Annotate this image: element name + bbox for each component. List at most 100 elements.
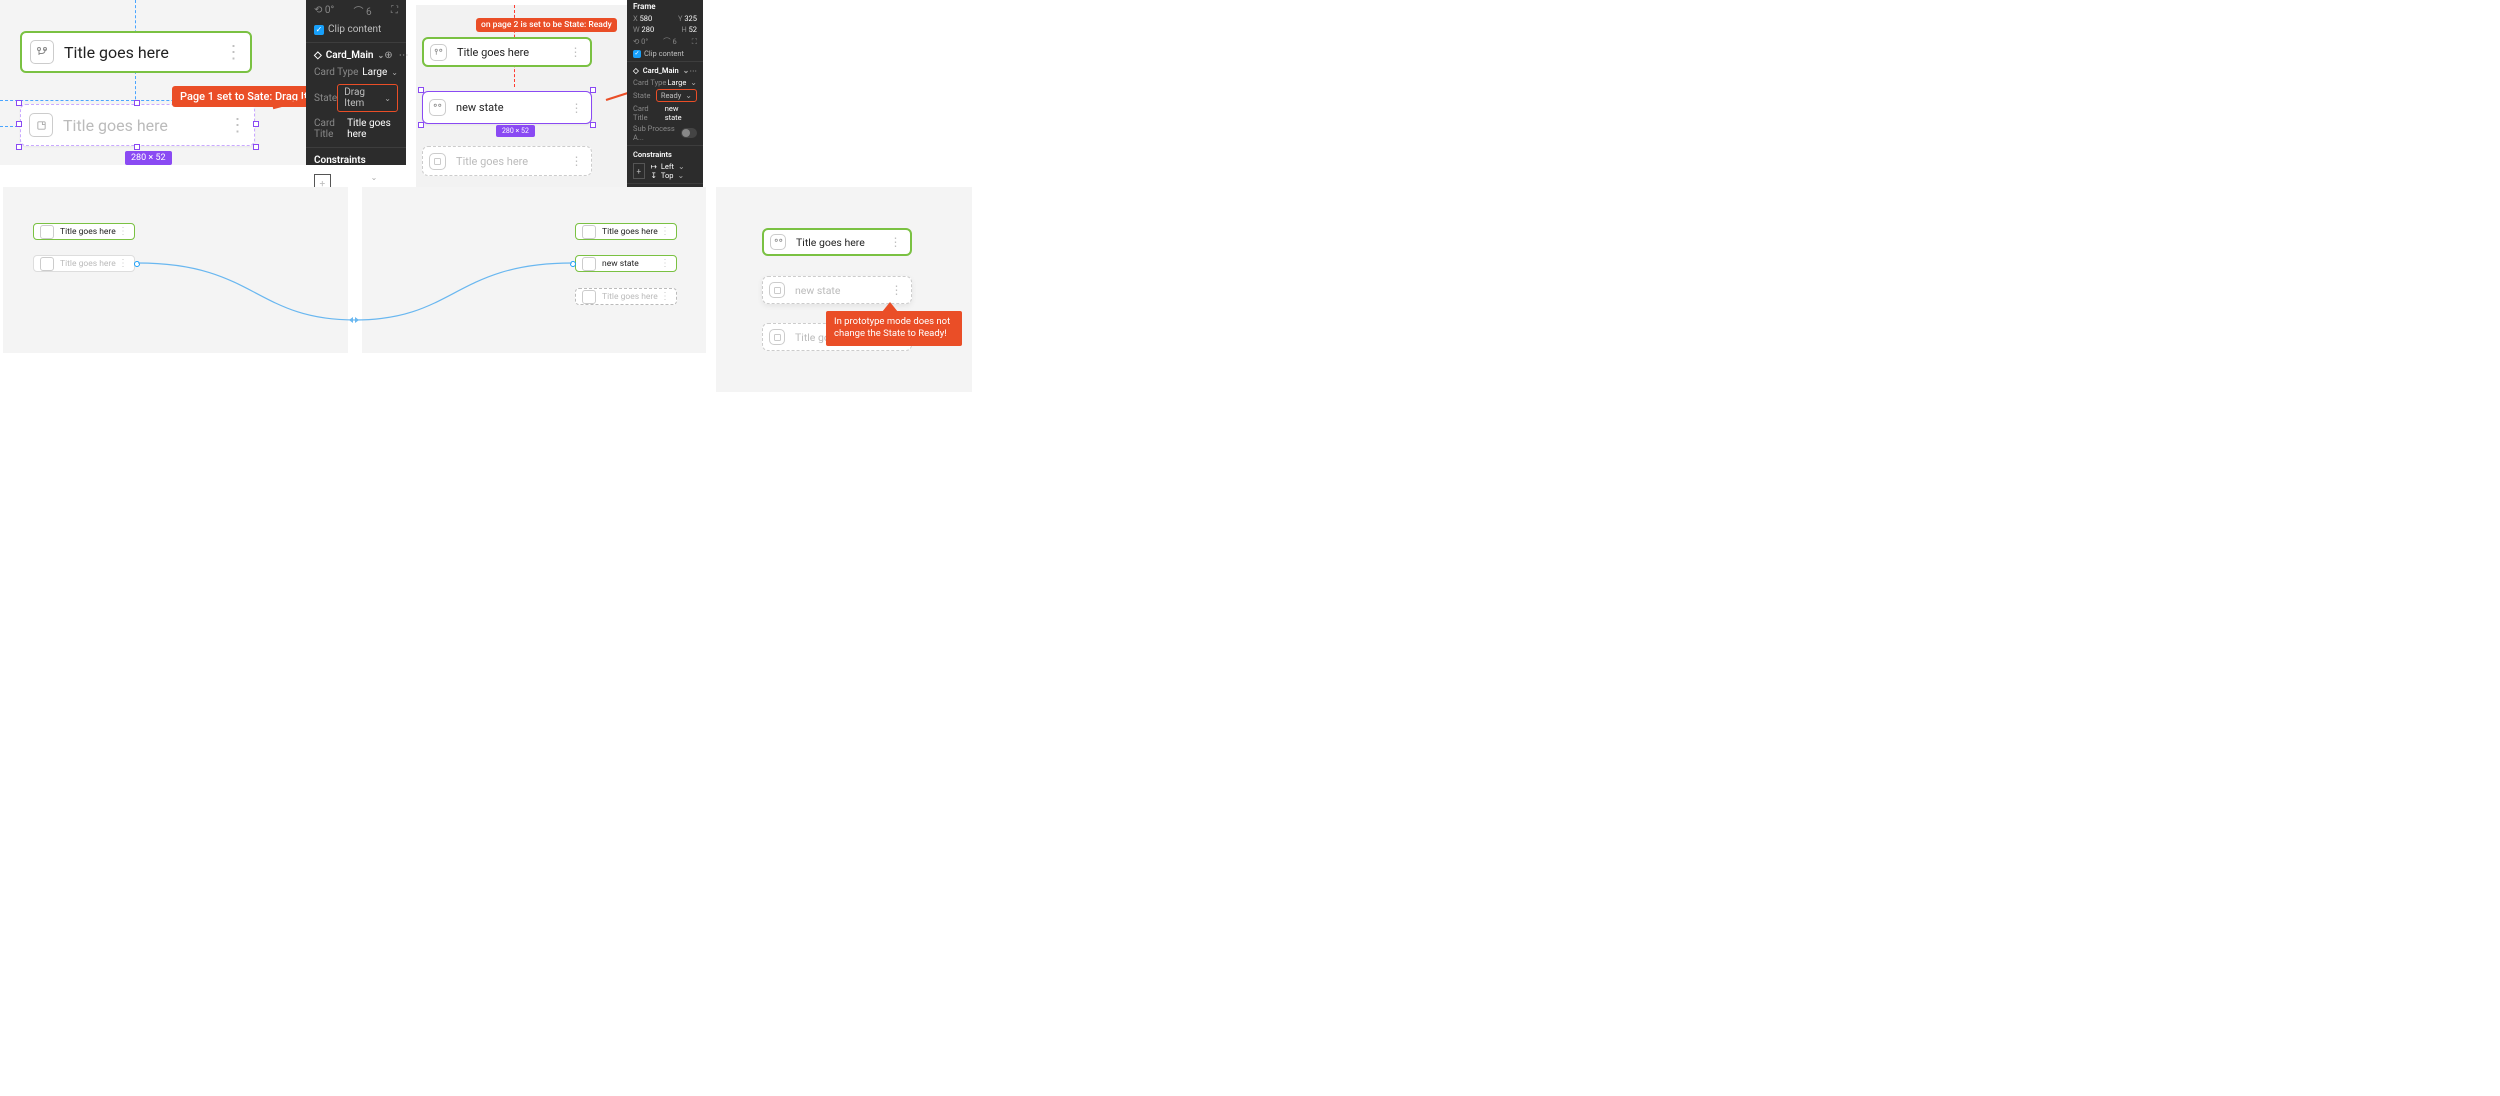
card-newstate-small[interactable]: new state ⋮ [575, 255, 677, 272]
constraint-widget[interactable]: + [633, 163, 645, 179]
prop-label: State [314, 93, 337, 104]
frame-header[interactable]: Frame [627, 0, 703, 13]
more-icon[interactable]: ⋮ [118, 226, 128, 237]
branch-icon [770, 234, 786, 250]
branch-icon [40, 225, 54, 239]
constraints-header: Constraints [306, 152, 406, 169]
title-value[interactable]: new state [665, 104, 697, 122]
more-icon[interactable]: ⋮ [660, 258, 670, 269]
more-icon[interactable]: ⋮ [224, 42, 242, 63]
note-icon [769, 329, 785, 345]
more-icon[interactable]: ⋮ [660, 226, 670, 237]
expand-icon[interactable]: ⛶ [391, 5, 398, 16]
more-icon[interactable]: ⋮ [118, 258, 128, 269]
card-type-dropdown[interactable]: Large⌄ [362, 67, 398, 78]
radius-value[interactable]: 6 [366, 7, 372, 18]
card-title: Title goes here [456, 155, 567, 168]
card-newstate-selected[interactable]: new state ⋮ [422, 91, 592, 124]
more-icon[interactable]: ⋮ [886, 235, 904, 249]
state-dropdown-highlighted[interactable]: Drag Item⌄ [337, 84, 398, 112]
selection-handle[interactable] [16, 144, 22, 150]
more-icon[interactable]: ⋮ [567, 154, 585, 168]
annotation-label: on page 2 is set to be State: Ready [476, 18, 617, 32]
figma-properties-panel-2: Frame X 580Y 325 W 280H 52 ⟲ 0°⌒ 6⛶ ✓Cli… [627, 0, 703, 188]
selection-handle[interactable] [590, 122, 596, 128]
more-icon[interactable]: ⋮ [887, 283, 905, 297]
selection-handle[interactable] [134, 144, 140, 150]
selection-handle[interactable] [16, 121, 22, 127]
h-value[interactable]: 52 [689, 25, 697, 34]
clip-checkbox[interactable]: ✓ [314, 25, 324, 35]
branch-icon [429, 99, 446, 116]
x-value[interactable]: 580 [640, 14, 653, 23]
note-icon [582, 290, 596, 304]
dimension-badge: 280 × 52 [496, 125, 535, 137]
card-title: new state [456, 101, 567, 114]
subprocess-toggle[interactable] [681, 128, 697, 138]
card-title: Title goes here [64, 43, 224, 62]
w-value[interactable]: 280 [642, 25, 655, 34]
constraint-h[interactable]: ↦ Left⌄ [337, 172, 378, 183]
y-value[interactable]: 325 [684, 14, 697, 23]
card-title: Title goes here [796, 236, 886, 249]
card-green-2[interactable]: Title goes here ⋮ [422, 37, 592, 67]
card-green-1[interactable]: Title goes here ⋮ [20, 31, 252, 73]
constraint-v[interactable]: ↧ Top⌄ [651, 171, 685, 180]
card-title: Title goes here [602, 292, 660, 302]
prototype-connection [135, 260, 575, 340]
branch-icon [30, 40, 54, 64]
card-white-small[interactable]: Title goes here ⋮ [33, 255, 135, 272]
card-type-dropdown[interactable]: Large⌄ [668, 78, 697, 87]
clip-label: Clip content [644, 49, 684, 58]
bottom-frame-right: Title goes here ⋮ new state ⋮ Title goes… [716, 187, 972, 392]
selection-handle[interactable] [16, 100, 22, 106]
more-icon[interactable]: ⋯ [399, 50, 409, 61]
card-newstate-dash[interactable]: new state ⋮ [762, 276, 912, 304]
constraints-header: Constraints [627, 148, 703, 161]
note-icon [429, 153, 446, 170]
prop-label: Card Title [314, 118, 347, 140]
more-icon[interactable]: ⋮ [228, 115, 246, 136]
component-header[interactable]: ◇ Card_Main ⌄ [314, 50, 384, 61]
prop-label: Card Type [633, 78, 666, 87]
prop-label: Card Title [633, 104, 665, 122]
card-title: Title goes here [457, 46, 566, 59]
rotation-value[interactable]: 0° [325, 5, 334, 16]
card-title: Title goes here [60, 227, 118, 237]
selection-handle[interactable] [418, 87, 424, 93]
card-title: Title goes here [63, 116, 228, 135]
dimension-badge: 280 × 52 [125, 151, 172, 165]
more-icon[interactable]: ⋮ [660, 291, 670, 302]
card-title: Title goes here [602, 227, 660, 237]
card-drag-selected[interactable]: Title goes here ⋮ [20, 104, 255, 146]
more-icon[interactable]: ⋮ [567, 101, 585, 115]
radius-value[interactable]: 6 [673, 37, 677, 46]
selection-handle[interactable] [253, 144, 259, 150]
card-dash-small[interactable]: Title goes here ⋮ [575, 288, 677, 305]
expand-icon[interactable]: ⛶ [692, 37, 697, 47]
selection-handle[interactable] [134, 100, 140, 106]
rotation-value[interactable]: 0° [641, 37, 648, 46]
card-green-3[interactable]: Title goes here ⋮ [762, 228, 912, 256]
title-value[interactable]: Title goes here [347, 118, 398, 140]
component-header[interactable]: ◇ Card_Main ⌄ [633, 66, 689, 75]
selection-handle[interactable] [418, 122, 424, 128]
constraint-h[interactable]: ↦ Left⌄ [651, 162, 685, 171]
clip-label: Clip content [328, 24, 381, 35]
more-icon[interactable]: ⋯ [690, 66, 698, 75]
selection-handle[interactable] [253, 121, 259, 127]
card-title: Title goes here [60, 259, 118, 269]
prop-label: Card Type [314, 67, 358, 78]
go-to-main[interactable]: ⊕ [384, 50, 392, 61]
clip-checkbox[interactable]: ✓ [633, 50, 641, 58]
prop-label: Sub Process A... [633, 124, 681, 142]
branch-icon [430, 44, 447, 61]
card-green-small[interactable]: Title goes here ⋮ [33, 223, 135, 240]
annotation-bubble: In prototype mode does not change the St… [826, 311, 962, 346]
card-green-small[interactable]: Title goes here ⋮ [575, 223, 677, 240]
state-dropdown-highlighted[interactable]: Ready⌄ [656, 89, 697, 102]
more-icon[interactable]: ⋮ [566, 45, 584, 59]
branch-icon [582, 257, 596, 271]
branch-icon [582, 225, 596, 239]
card-dash-grey[interactable]: Title goes here ⋮ [422, 146, 592, 176]
